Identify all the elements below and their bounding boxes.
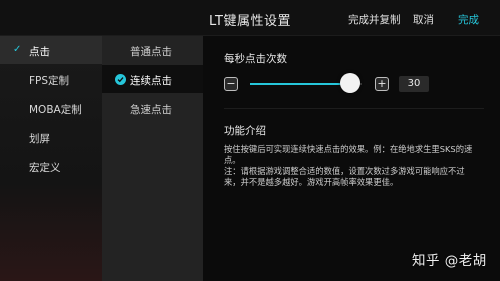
slider-thumb[interactable] [339, 73, 360, 93]
settings-panel: 每秒点击次数 − + 30 功能介绍 按住按键后可实现连续快速点击的效果。例：在… [203, 36, 500, 281]
divider [224, 108, 484, 109]
increase-button[interactable]: + [375, 77, 389, 91]
intro-title: 功能介绍 [224, 125, 266, 137]
category-item-swipe[interactable]: 划屏 [0, 123, 102, 151]
category-label: 划屏 [29, 133, 50, 145]
sub-option-continuous-click[interactable]: 连续点击 [102, 65, 203, 93]
category-label: 点击 [29, 46, 50, 58]
sub-option-label: 急速点击 [130, 104, 172, 116]
complete-and-copy-button[interactable]: 完成并复制 [348, 12, 401, 27]
category-label: FPS定制 [29, 75, 70, 87]
category-item-moba[interactable]: MOBA定制 [0, 94, 102, 122]
clicks-per-second-value[interactable]: 30 [399, 76, 429, 92]
plus-icon: + [377, 77, 387, 90]
category-item-fps[interactable]: FPS定制 [0, 65, 102, 93]
category-label: 宏定义 [29, 162, 61, 174]
cancel-button[interactable]: 取消 [413, 12, 434, 27]
decrease-button[interactable]: − [224, 77, 238, 91]
sub-option-list: 普通点击 连续点击 急速点击 [102, 36, 203, 281]
category-label: MOBA定制 [29, 104, 82, 116]
minus-icon: − [226, 77, 236, 90]
watermark: 知乎 @老胡 [412, 253, 487, 269]
intro-line: 按住按键后可实现连续快速点击的效果。例：在绝地求生里SKS的速点。 [224, 144, 473, 165]
sub-option-label: 普通点击 [130, 46, 172, 58]
category-item-macro[interactable]: 宏定义 [0, 152, 102, 180]
sub-option-rapid-click[interactable]: 急速点击 [102, 94, 203, 122]
top-bar: LT键属性设置 完成并复制 取消 完成 [0, 0, 500, 36]
done-button[interactable]: 完成 [458, 12, 479, 27]
clicks-per-second-label: 每秒点击次数 [224, 53, 287, 65]
intro-text: 按住按键后可实现连续快速点击的效果。例：在绝地求生里SKS的速点。 注：请根据游… [224, 144, 474, 188]
sub-option-normal-click[interactable]: 普通点击 [102, 36, 203, 64]
slider-fill [250, 83, 350, 85]
checkmark-circle-icon [115, 74, 126, 85]
intro-note: 注：请根据游戏调整合适的数值，设置次数过多游戏可能响应不过来，并不是越多越好。游… [224, 166, 465, 187]
sub-option-label: 连续点击 [130, 75, 172, 87]
category-item-click[interactable]: ✓ 点击 [0, 36, 102, 64]
check-icon: ✓ [13, 44, 22, 55]
category-list: ✓ 点击 FPS定制 MOBA定制 划屏 宏定义 [0, 36, 102, 281]
